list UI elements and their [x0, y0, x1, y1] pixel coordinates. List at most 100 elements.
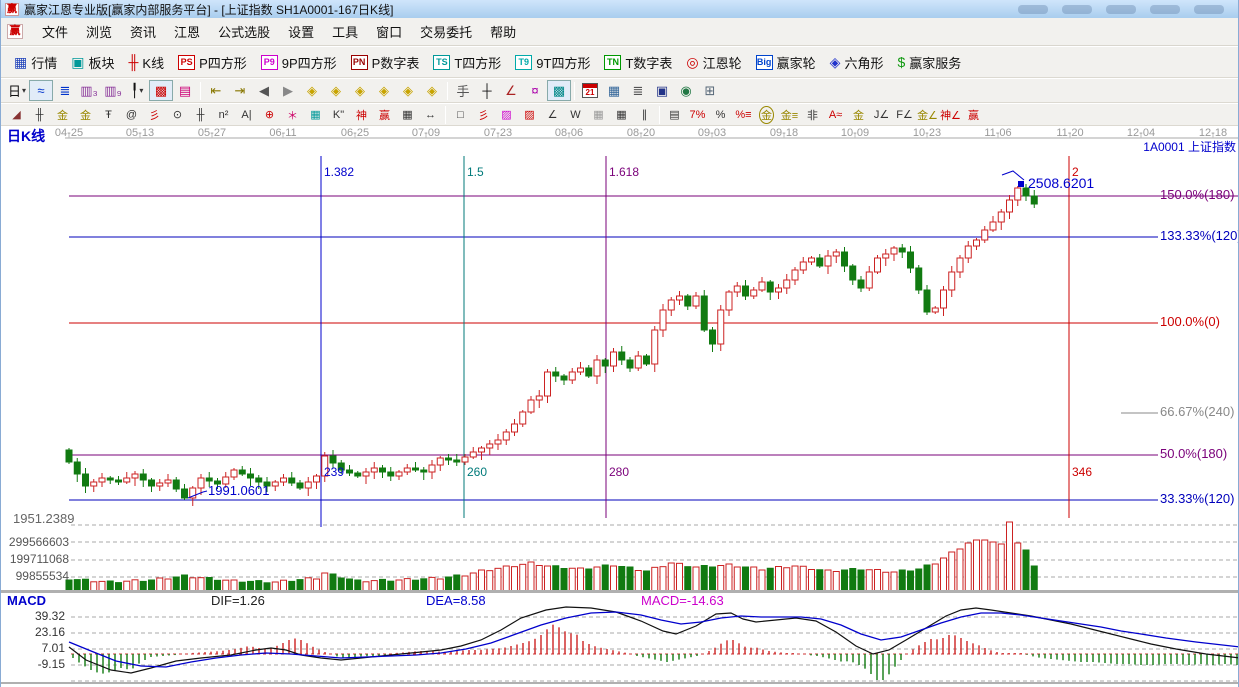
- titlebar-control-3[interactable]: [1106, 4, 1136, 14]
- gold-angle-icon[interactable]: 金∠: [916, 105, 939, 124]
- menu-item-8[interactable]: 交易委托: [411, 19, 481, 44]
- a-wave-icon[interactable]: A≈: [824, 105, 847, 124]
- diamond-cross-icon[interactable]: ◈: [420, 80, 444, 101]
- percent-icon[interactable]: %: [709, 105, 732, 124]
- gold-under-icon[interactable]: 金: [847, 105, 870, 124]
- menu-item-6[interactable]: 工具: [323, 19, 367, 44]
- winner-wheel-button[interactable]: Big 赢家轮: [749, 50, 823, 75]
- menu-item-0[interactable]: 文件: [33, 19, 77, 44]
- web-save-icon[interactable]: ◉: [674, 80, 698, 101]
- 9p-square-button[interactable]: P9 9P四方形: [254, 50, 344, 75]
- titlebar-control-1[interactable]: [1018, 4, 1048, 14]
- pattern-teal-icon[interactable]: ▩: [547, 80, 571, 101]
- kline-button[interactable]: ╫ K线: [122, 50, 172, 75]
- workstation-icon[interactable]: ⊞: [698, 80, 722, 101]
- calculator-icon[interactable]: ▦: [602, 80, 626, 101]
- shen-angle-icon[interactable]: 神∠: [939, 105, 962, 124]
- titlebar-control-2[interactable]: [1062, 4, 1092, 14]
- angle-measure-icon[interactable]: ∠: [499, 80, 523, 101]
- bars-9-icon[interactable]: ▥₉: [101, 80, 125, 101]
- skip-end-icon[interactable]: ⇥: [228, 80, 252, 101]
- compass-icon[interactable]: ◢: [5, 105, 28, 124]
- skip-start-icon[interactable]: ⇤: [204, 80, 228, 101]
- step-back-icon[interactable]: ◀: [252, 80, 276, 101]
- kline-chart-canvas[interactable]: [1, 126, 1239, 687]
- time-clock-icon[interactable]: ⊙: [166, 105, 189, 124]
- wave-tool-icon[interactable]: ≈: [29, 80, 53, 101]
- percent-lines-icon[interactable]: %≡: [732, 105, 755, 124]
- titlebar-control-4[interactable]: [1150, 4, 1180, 14]
- t-square-button[interactable]: TS T四方形: [426, 50, 508, 75]
- hexagon-button[interactable]: ◈ 六角形: [823, 50, 891, 75]
- shen-tool-icon[interactable]: 神: [350, 105, 373, 124]
- k-mark-icon[interactable]: K": [327, 105, 350, 124]
- menu-item-5[interactable]: 设置: [279, 19, 323, 44]
- f-angle-icon[interactable]: F∠: [893, 105, 916, 124]
- gold-fence-1-icon[interactable]: 金: [51, 105, 74, 124]
- diamond-h-icon[interactable]: ◈: [348, 80, 372, 101]
- star-web-icon[interactable]: ＊: [281, 105, 304, 124]
- p-table-button[interactable]: PN P数字表: [344, 50, 427, 75]
- menu-item-3[interactable]: 江恩: [165, 19, 209, 44]
- p-square-button[interactable]: PS P四方形: [171, 50, 254, 75]
- notebook-icon[interactable]: ≣: [626, 80, 650, 101]
- zigzag-icon[interactable]: W: [564, 105, 587, 124]
- hand-tool-icon[interactable]: 手: [451, 80, 475, 101]
- pattern-red-icon[interactable]: ▩: [149, 80, 173, 101]
- ruler-icon[interactable]: ▤: [663, 105, 686, 124]
- diamond-right-icon[interactable]: ◈: [324, 80, 348, 101]
- crosshair-tool-icon[interactable]: ┼: [475, 80, 499, 101]
- step-forward-icon[interactable]: ▶: [276, 80, 300, 101]
- percent-k-icon[interactable]: 7%: [686, 105, 709, 124]
- f-fence-icon[interactable]: Ŧ: [97, 105, 120, 124]
- fan-box-1-icon[interactable]: ▨: [495, 105, 518, 124]
- candle-style-icon[interactable]: ╿ ▾: [125, 80, 149, 101]
- menu-item-2[interactable]: 资讯: [121, 19, 165, 44]
- square-tool-icon[interactable]: □: [449, 105, 472, 124]
- note-tool-icon[interactable]: ≣: [53, 80, 77, 101]
- j-angle-icon[interactable]: J∠: [870, 105, 893, 124]
- angle-lines-icon[interactable]: ∠: [541, 105, 564, 124]
- chart-area[interactable]: 日K线 1A0001 上证指数 2508.6201 1991.0601 1951…: [1, 126, 1239, 687]
- macd-title[interactable]: MACD: [7, 594, 46, 607]
- gold-lines-icon[interactable]: 金≡: [778, 105, 801, 124]
- winner-service-button[interactable]: $ 赢家服务: [890, 50, 968, 75]
- menu-item-1[interactable]: 浏览: [77, 19, 121, 44]
- quotes-button[interactable]: ▦ 行情: [7, 50, 64, 75]
- spiral-icon[interactable]: @: [120, 105, 143, 124]
- ying-angle-icon[interactable]: 赢: [962, 105, 985, 124]
- a-line-icon[interactable]: A|: [235, 105, 258, 124]
- span-arrow-icon[interactable]: ↔: [419, 105, 442, 124]
- grid-123-icon[interactable]: ▦: [396, 105, 419, 124]
- gold-fence-2-icon[interactable]: 金: [74, 105, 97, 124]
- grid-plain-icon[interactable]: ▦: [587, 105, 610, 124]
- menu-item-7[interactable]: 窗口: [367, 19, 411, 44]
- menu-item-4[interactable]: 公式选股: [209, 19, 279, 44]
- grid-arrow-icon[interactable]: ▦: [610, 105, 633, 124]
- fence-2-icon[interactable]: ╫: [189, 105, 212, 124]
- grid-web-icon[interactable]: ▦: [304, 105, 327, 124]
- diamond-left-icon[interactable]: ◈: [300, 80, 324, 101]
- diamond-star-icon[interactable]: ◈: [396, 80, 420, 101]
- n-square-icon[interactable]: n²: [212, 105, 235, 124]
- bar-brush-icon[interactable]: 非: [801, 105, 824, 124]
- titlebar-control-5[interactable]: [1194, 4, 1224, 14]
- t-table-button[interactable]: TN T数字表: [597, 50, 679, 75]
- period-candle-icon[interactable]: 日 ▾: [5, 80, 29, 101]
- gann-fan-icon[interactable]: 彡: [472, 105, 495, 124]
- ying-tool-icon[interactable]: 赢: [373, 105, 396, 124]
- fence-icon[interactable]: ╫: [28, 105, 51, 124]
- 9t-square-button[interactable]: T9 9T四方形: [508, 50, 597, 75]
- bars-3-icon[interactable]: ▥₃: [77, 80, 101, 101]
- fan-box-2-icon[interactable]: ▨: [518, 105, 541, 124]
- circle-cross-icon[interactable]: ⊕: [258, 105, 281, 124]
- gann-wheel-button[interactable]: ◎ 江恩轮: [679, 50, 748, 75]
- gold-circle-icon[interactable]: 金: [755, 105, 778, 124]
- parallel-lines-icon[interactable]: ∥: [633, 105, 656, 124]
- brush-red-icon[interactable]: 彡: [143, 105, 166, 124]
- calendar-icon[interactable]: 21: [578, 80, 602, 101]
- menu-item-9[interactable]: 帮助: [481, 19, 525, 44]
- profile-histogram-icon[interactable]: ▤: [173, 80, 197, 101]
- sectors-button[interactable]: ▣ 板块: [64, 50, 121, 75]
- save-icon[interactable]: ▣: [650, 80, 674, 101]
